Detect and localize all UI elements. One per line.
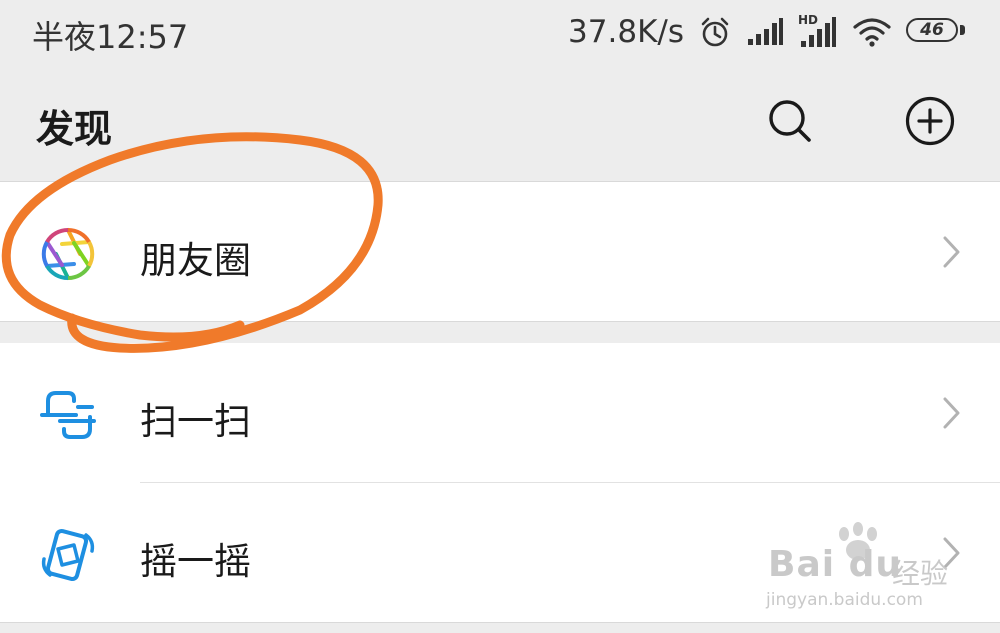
battery-level: 46 bbox=[920, 20, 944, 40]
menu-item-label: 扫一扫 bbox=[140, 400, 251, 443]
scan-icon bbox=[38, 385, 98, 445]
chevron-right-icon bbox=[938, 395, 964, 431]
page-title: 发现 bbox=[36, 107, 113, 151]
moments-aperture-icon bbox=[38, 224, 98, 284]
plus-circle-icon bbox=[904, 95, 956, 151]
menu-group-tools: 扫一扫 摇一摇 bbox=[0, 343, 1000, 623]
status-bar: 半夜12:57 37.8K/s HD 46 bbox=[0, 0, 1000, 66]
network-speed: 37.8K/s bbox=[568, 14, 684, 50]
menu-item-label: 朋友圈 bbox=[140, 239, 251, 282]
status-time: 半夜12:57 bbox=[32, 18, 189, 56]
alarm-icon bbox=[698, 15, 732, 49]
status-indicators: 37.8K/s HD 46 bbox=[568, 10, 968, 54]
chevron-right-icon bbox=[938, 535, 964, 571]
battery-icon: 46 bbox=[906, 18, 968, 46]
shake-icon bbox=[38, 525, 98, 585]
chevron-right-icon bbox=[938, 234, 964, 270]
menu-group-moments: 朋友圈 bbox=[0, 182, 1000, 322]
nav-bar: 发现 bbox=[0, 66, 1000, 182]
group-divider bbox=[0, 321, 1000, 322]
add-button[interactable] bbox=[895, 88, 965, 158]
search-button[interactable] bbox=[755, 88, 825, 158]
menu-item-shake[interactable]: 摇一摇 bbox=[0, 483, 1000, 623]
wifi-icon bbox=[852, 16, 892, 48]
signal-icon bbox=[746, 17, 784, 47]
search-icon bbox=[765, 96, 815, 150]
hd-signal-icon: HD bbox=[798, 13, 838, 49]
menu-item-label: 摇一摇 bbox=[140, 540, 251, 583]
group-divider bbox=[0, 622, 1000, 623]
menu-item-moments[interactable]: 朋友圈 bbox=[0, 182, 1000, 322]
menu-item-scan[interactable]: 扫一扫 bbox=[0, 343, 1000, 483]
